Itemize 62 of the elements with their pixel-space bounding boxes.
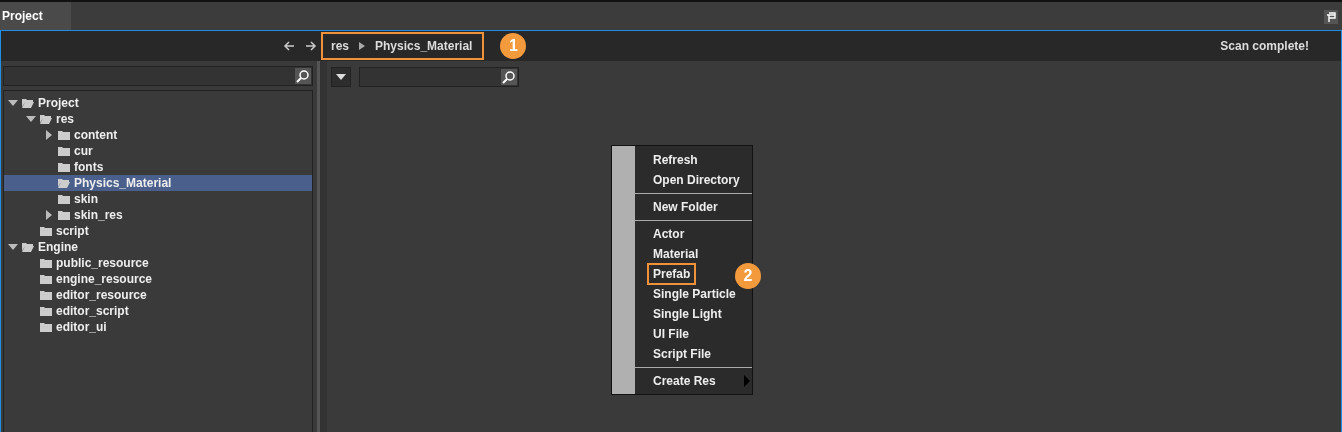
open-folder-icon bbox=[22, 98, 34, 108]
dropdown-button[interactable] bbox=[331, 67, 351, 87]
folder-icon bbox=[40, 322, 52, 332]
tree-item[interactable]: res bbox=[4, 111, 312, 127]
expanded-arrow-icon[interactable] bbox=[26, 114, 36, 124]
status-text: Scan complete! bbox=[1220, 39, 1309, 53]
folder-icon bbox=[40, 306, 52, 316]
callout-badge: 2 bbox=[735, 263, 761, 289]
tree-item[interactable]: editor_script bbox=[4, 303, 312, 319]
open-folder-icon bbox=[40, 114, 52, 124]
open-folder-icon bbox=[58, 178, 70, 188]
menu-item[interactable]: Create Res bbox=[635, 371, 752, 391]
search-field[interactable] bbox=[359, 67, 519, 87]
folder-icon bbox=[40, 290, 52, 300]
menu-item[interactable]: Prefab bbox=[635, 264, 701, 284]
search-field[interactable] bbox=[3, 66, 313, 86]
search-icon[interactable] bbox=[501, 69, 517, 85]
back-arrow-icon[interactable] bbox=[283, 40, 295, 52]
folder-icon bbox=[58, 210, 70, 220]
menu-item[interactable]: Refresh bbox=[635, 150, 708, 170]
tree-item[interactable]: skin_res bbox=[4, 207, 312, 223]
menu-item[interactable]: Single Light bbox=[635, 304, 732, 324]
tree-item[interactable]: content bbox=[4, 127, 312, 143]
project-tab[interactable]: Project bbox=[0, 2, 71, 30]
collapsed-arrow-icon[interactable] bbox=[44, 130, 54, 140]
open-folder-icon bbox=[22, 242, 34, 252]
dropdown-arrow-icon bbox=[336, 74, 346, 80]
caret-icon bbox=[359, 42, 366, 50]
breadcrumb-item[interactable]: Physics_Material bbox=[375, 39, 473, 53]
callout-badge: 1 bbox=[500, 33, 527, 59]
search-icon[interactable] bbox=[295, 68, 311, 84]
menu-item[interactable]: Material bbox=[635, 244, 709, 264]
tree-item[interactable]: Engine bbox=[4, 239, 312, 255]
tree-item[interactable]: skin bbox=[4, 191, 312, 207]
tree-item[interactable]: engine_resource bbox=[4, 271, 312, 287]
folder-icon bbox=[58, 130, 70, 140]
dock-icon[interactable] bbox=[1324, 10, 1338, 24]
tree-item[interactable]: script bbox=[4, 223, 312, 239]
menu-item[interactable]: Script File bbox=[635, 344, 721, 364]
tree-item[interactable]: public_resource bbox=[4, 255, 312, 271]
menu-item[interactable]: New Folder bbox=[635, 197, 728, 217]
folder-icon bbox=[40, 258, 52, 268]
tree-item[interactable]: editor_resource bbox=[4, 287, 312, 303]
breadcrumb-item[interactable]: res bbox=[331, 39, 350, 53]
tree-item[interactable]: Project bbox=[4, 95, 312, 111]
submenu-arrow-icon bbox=[744, 375, 750, 387]
expanded-arrow-icon[interactable] bbox=[8, 242, 18, 252]
folder-icon bbox=[58, 194, 70, 204]
expanded-arrow-icon[interactable] bbox=[8, 98, 18, 108]
tree-item[interactable]: fonts bbox=[4, 159, 312, 175]
tree-item[interactable]: Physics_Material bbox=[4, 175, 312, 191]
menu-item[interactable]: Open Directory bbox=[635, 170, 750, 190]
menu-item[interactable]: UI File bbox=[635, 324, 699, 344]
forward-arrow-icon[interactable] bbox=[305, 40, 317, 52]
tree-item[interactable]: editor_ui bbox=[4, 319, 312, 335]
folder-icon bbox=[40, 226, 52, 236]
folder-icon bbox=[40, 274, 52, 284]
menu-item[interactable]: Actor bbox=[635, 224, 695, 244]
tree-item[interactable]: cur bbox=[4, 143, 312, 159]
collapsed-arrow-icon[interactable] bbox=[44, 210, 54, 220]
folder-icon bbox=[58, 162, 70, 172]
folder-icon bbox=[58, 146, 70, 156]
